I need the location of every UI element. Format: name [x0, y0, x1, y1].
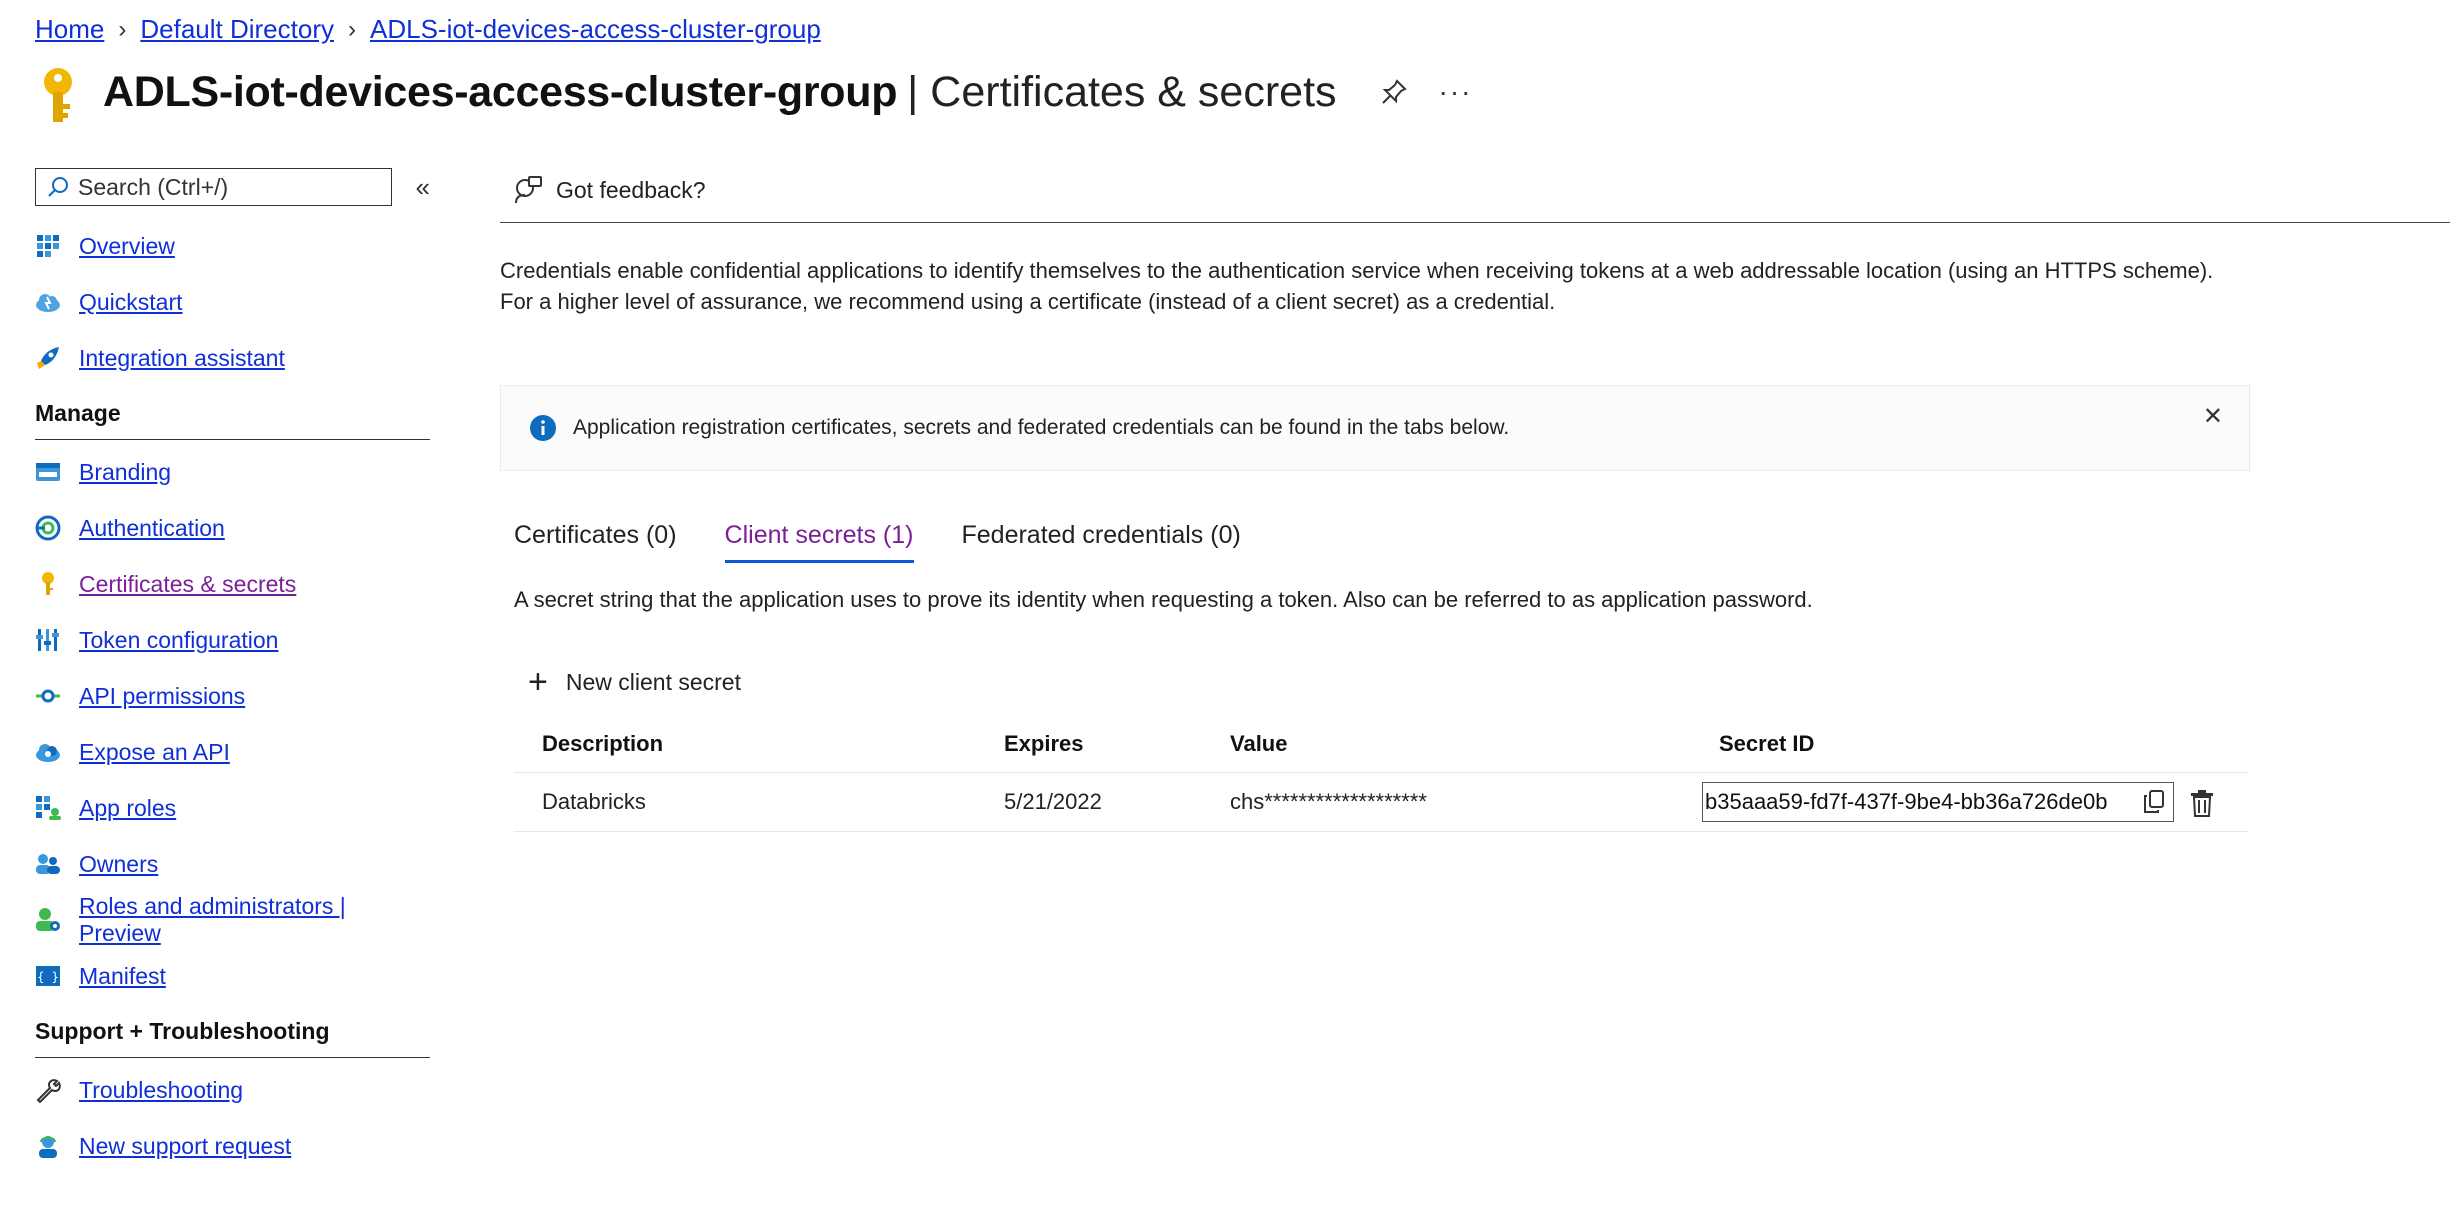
sidebar-item-label: Owners: [79, 850, 159, 877]
tab-description: A secret string that the application use…: [514, 587, 1813, 612]
sidebar-item-label: Quickstart: [79, 288, 183, 315]
sidebar-item-label: Integration assistant: [79, 344, 285, 371]
sidebar-item-label: Authentication: [79, 514, 225, 541]
sidebar-item-label: Troubleshooting: [79, 1076, 244, 1103]
sidebar-item-label: API permissions: [79, 682, 246, 709]
key-icon: [35, 571, 61, 597]
sidebar-item-label: App roles: [79, 794, 177, 821]
column-header-value: Value: [1229, 716, 1701, 773]
sidebar-item-label: Expose an API: [79, 738, 230, 765]
info-message: Application registration certificates, s…: [573, 416, 1510, 439]
command-bar: Got feedback?: [500, 168, 2450, 223]
new-client-secret-button[interactable]: + New client secret: [500, 663, 2450, 702]
manage-heading: Manage: [35, 400, 430, 440]
quickstart-cloud-icon: [35, 289, 61, 315]
feedback-button[interactable]: Got feedback?: [556, 177, 706, 204]
key-icon: [44, 68, 72, 122]
sidebar-item-label: Certificates & secrets: [79, 570, 297, 597]
svg-text:{ }: { }: [37, 970, 59, 984]
sidebar-item-branding[interactable]: Branding: [35, 444, 430, 500]
delete-icon[interactable]: [2190, 789, 2214, 818]
chevron-right-icon: ›: [118, 15, 127, 43]
roles-admin-icon: [35, 907, 61, 933]
sidebar-item-label: New support request: [79, 1132, 292, 1159]
sidebar-item-integration-assistant[interactable]: Integration assistant: [35, 330, 430, 386]
plus-icon: +: [528, 663, 548, 701]
tab-certificates[interactable]: Certificates (0): [514, 521, 677, 563]
info-icon: [530, 415, 556, 441]
sidebar-item-quickstart[interactable]: Quickstart: [35, 274, 430, 330]
sidebar-item-expose-api[interactable]: Expose an API: [35, 724, 430, 780]
breadcrumb-app[interactable]: ADLS-iot-devices-access-cluster-group: [370, 14, 821, 45]
tab-client-secrets[interactable]: Client secrets (1): [724, 521, 914, 563]
info-banner: Application registration certificates, s…: [500, 385, 2250, 471]
collapse-sidebar-icon[interactable]: «: [416, 172, 430, 203]
sidebar-item-roles-administrators[interactable]: Roles and administrators | Preview: [35, 892, 430, 948]
column-header-secret-id: Secret ID: [1701, 716, 2248, 773]
sidebar-item-label: Manifest: [79, 962, 166, 989]
breadcrumb: Home › Default Directory › ADLS-iot-devi…: [35, 14, 821, 45]
page-title: ADLS-iot-devices-access-cluster-group: [103, 67, 898, 116]
more-options-icon[interactable]: ···: [1439, 76, 1473, 108]
pin-icon[interactable]: [1379, 77, 1409, 107]
sidebar-item-label: Roles and administrators | Preview: [79, 893, 346, 946]
api-permissions-icon: [35, 683, 61, 709]
breadcrumb-home[interactable]: Home: [35, 14, 104, 45]
column-header-expires: Expires: [1003, 716, 1229, 773]
feedback-icon: [515, 176, 542, 204]
table-header-row: Description Expires Value Secret ID: [514, 716, 2248, 773]
sidebar-item-owners[interactable]: Owners: [35, 836, 430, 892]
chevron-right-icon: ›: [347, 15, 356, 43]
owners-icon: [35, 851, 61, 877]
search-input[interactable]: Search (Ctrl+/): [35, 168, 392, 206]
rocket-icon: [35, 345, 61, 371]
support-heading: Support + Troubleshooting: [35, 1018, 430, 1058]
sidebar-item-app-roles[interactable]: App roles: [35, 780, 430, 836]
column-header-description: Description: [514, 716, 1003, 773]
sidebar-item-new-support-request[interactable]: New support request: [35, 1118, 430, 1174]
manifest-icon: { }: [35, 963, 61, 989]
app-roles-icon: [35, 795, 61, 821]
sidebar-item-certificates-secrets[interactable]: Certificates & secrets: [35, 556, 430, 612]
sidebar-item-label: Branding: [79, 458, 172, 485]
branding-icon: [35, 459, 61, 485]
sidebar-item-overview[interactable]: Overview: [35, 218, 430, 274]
secret-expires: 5/21/2022: [1003, 772, 1229, 832]
close-icon[interactable]: ✕: [2203, 402, 2223, 431]
sidebar-item-label: Token configuration: [79, 626, 279, 653]
support-person-icon: [35, 1133, 61, 1159]
wrench-icon: [35, 1077, 61, 1103]
secret-id-text: b35aaa59-fd7f-437f-9be4-bb36a726de0b: [1705, 789, 2108, 814]
secret-description: Databricks: [514, 772, 1003, 832]
search-icon: [48, 177, 68, 197]
page-subtitle: | Certificates & secrets: [907, 67, 1337, 116]
copy-icon[interactable]: [2143, 790, 2165, 814]
token-bars-icon: [35, 627, 61, 653]
secret-value: chs*******************: [1229, 772, 1701, 832]
sidebar-item-token-configuration[interactable]: Token configuration: [35, 612, 430, 668]
sidebar-item-manifest[interactable]: { } Manifest: [35, 948, 430, 1004]
overview-grid-icon: [35, 233, 61, 259]
expose-api-cloud-icon: [35, 739, 61, 765]
sidebar-item-api-permissions[interactable]: API permissions: [35, 668, 430, 724]
breadcrumb-directory[interactable]: Default Directory: [140, 14, 334, 45]
secret-id-field[interactable]: b35aaa59-fd7f-437f-9be4-bb36a726de0b: [1702, 782, 2174, 822]
search-placeholder: Search (Ctrl+/): [78, 173, 229, 200]
sidebar-item-authentication[interactable]: Authentication: [35, 500, 430, 556]
table-row: Databricks 5/21/2022 chs****************…: [514, 772, 2248, 832]
new-client-secret-label: New client secret: [565, 669, 741, 695]
client-secrets-table: Description Expires Value Secret ID Data…: [514, 716, 2248, 832]
secret-id-cell: b35aaa59-fd7f-437f-9be4-bb36a726de0b: [1701, 772, 2248, 832]
main-content: Got feedback? Credentials enable confide…: [500, 168, 2450, 832]
credentials-tabs: Certificates (0) Client secrets (1) Fede…: [500, 521, 2450, 563]
page-header: ADLS-iot-devices-access-cluster-group | …: [35, 58, 1473, 126]
sidebar-item-troubleshooting[interactable]: Troubleshooting: [35, 1062, 430, 1118]
sidebar-item-label: Overview: [79, 232, 175, 259]
sidebar: Search (Ctrl+/) « Overview Quickstart In…: [35, 168, 430, 1174]
authentication-icon: [35, 515, 61, 541]
tab-federated-credentials[interactable]: Federated credentials (0): [962, 521, 1241, 563]
credentials-description: Credentials enable confidential applicat…: [500, 258, 2214, 314]
